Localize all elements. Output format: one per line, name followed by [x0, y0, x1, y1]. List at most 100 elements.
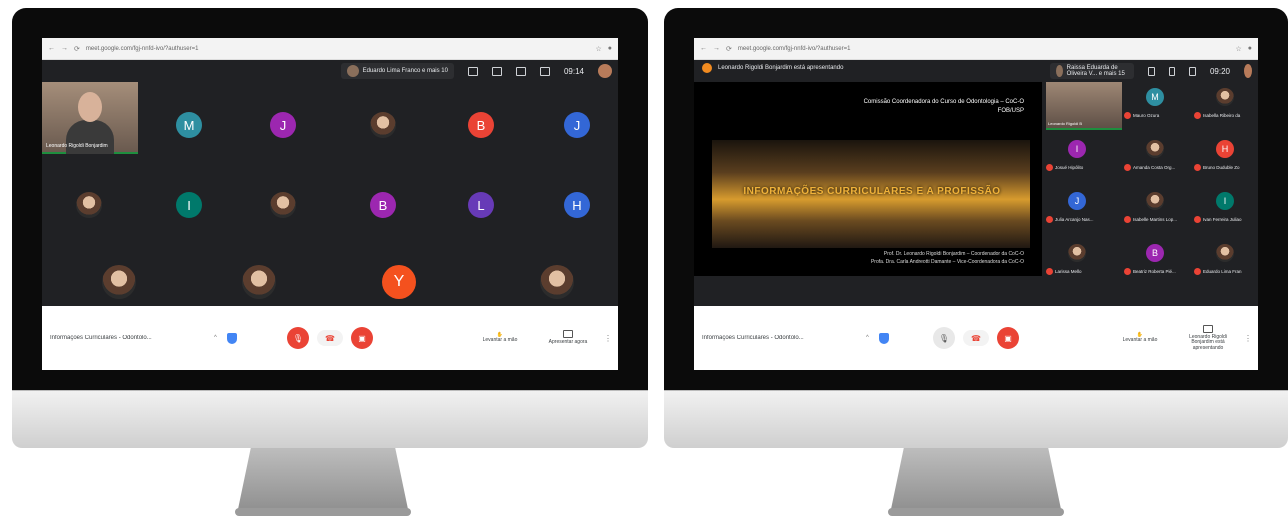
- side-participant-tile[interactable]: Isabella Ribeiro da: [1194, 82, 1254, 126]
- participant-tile[interactable]: [76, 192, 102, 218]
- address-bar[interactable]: meet.google.com/fgj-nnfd-ivo/?authuser=1: [86, 43, 590, 55]
- participant-tile[interactable]: B: [370, 192, 396, 218]
- back-icon[interactable]: ←: [48, 45, 55, 52]
- video-person-face: [78, 92, 102, 122]
- participant-name: Ivan Ferreira Juliao: [1194, 216, 1258, 223]
- participant-tile[interactable]: B: [468, 112, 494, 138]
- slide-credits: Prof. Dr. Leonardo Rigoldi Bonjardim – C…: [871, 251, 1024, 266]
- chevron-up-icon[interactable]: ^: [214, 335, 217, 341]
- participant-name: Mauro Ozura: [1124, 112, 1196, 119]
- mic-muted-icon: [1046, 216, 1053, 223]
- participant-tile[interactable]: [242, 265, 276, 299]
- forward-icon[interactable]: →: [61, 45, 68, 52]
- side-participant-tile[interactable]: I Ivan Ferreira Juliao: [1194, 186, 1254, 230]
- mic-off-button[interactable]: 🎙: [287, 327, 309, 349]
- self-avatar[interactable]: [1244, 64, 1252, 78]
- presenting-status-button[interactable]: Leonardo Rigoldi Bonjardim está apresent…: [1182, 324, 1234, 352]
- participant-tile[interactable]: [540, 265, 574, 299]
- participant-tile[interactable]: M: [176, 112, 202, 138]
- side-participant-tile[interactable]: B Beatriz Roberta Pié...: [1124, 238, 1184, 282]
- participants-pill[interactable]: Raissa Eduarda de Oliveira V... e mais 1…: [1049, 63, 1135, 79]
- monitor-stand-right: [890, 448, 1062, 514]
- forward-icon[interactable]: →: [713, 45, 720, 52]
- profile-icon[interactable]: ●: [1248, 45, 1252, 52]
- participant-name: Eduardo Lima Fran: [1194, 268, 1258, 275]
- mic-muted-icon: [1046, 164, 1053, 171]
- mic-button[interactable]: 🎙: [933, 327, 955, 349]
- participants-pill[interactable]: Eduardo Lima Franco e mais 10: [340, 63, 454, 79]
- side-participant-tile[interactable]: I Josué Hipólito: [1046, 134, 1106, 178]
- side-controls: ✋ Levantar a mão Apresentar agora: [474, 330, 594, 346]
- mic-muted-icon: [1194, 216, 1201, 223]
- participant-tile[interactable]: H: [564, 192, 590, 218]
- star-icon[interactable]: ☆: [1235, 45, 1241, 53]
- side-participant-tile[interactable]: J Julia Arcanjo Nas...: [1046, 186, 1106, 230]
- hangup-button[interactable]: ☎: [963, 330, 989, 346]
- meeting-name[interactable]: Informações Curriculares - Odontolo...: [50, 335, 210, 341]
- layout-icon[interactable]: [1148, 66, 1155, 76]
- participant-tile[interactable]: L: [468, 192, 494, 218]
- slide-title: INFORMAÇÕES CURRICULARES E A PROFISSÃO: [743, 186, 1001, 197]
- side-participant-grid: Leonardo Rigoldi B M Mauro Ozura Isabella …: [1044, 82, 1258, 306]
- chat-icon[interactable]: [1189, 66, 1196, 76]
- side-participant-tile[interactable]: Amanda Costa Org...: [1124, 134, 1184, 178]
- camera-off-button[interactable]: ▣: [997, 327, 1019, 349]
- layout-icon[interactable]: [467, 66, 478, 76]
- star-icon[interactable]: ☆: [595, 45, 601, 53]
- participant-avatar: [1068, 244, 1086, 262]
- people-icon[interactable]: [491, 66, 502, 76]
- side-participant-tile[interactable]: Isabelle Martins Lop...: [1124, 186, 1184, 230]
- participant-avatar: I: [1216, 192, 1234, 210]
- self-avatar[interactable]: [598, 64, 612, 78]
- participant-name-label: Isabelle Martins Lop...: [1133, 217, 1178, 222]
- side-participant-tile[interactable]: H Bruno Duduble Zo: [1194, 134, 1254, 178]
- self-video-label: Leonardo Rigoldi B: [1048, 121, 1083, 126]
- participant-tile[interactable]: Y: [382, 265, 416, 299]
- side-participant-tile[interactable]: Larissa Mello: [1046, 238, 1106, 282]
- participant-name-label: Bruno Duduble Zo: [1203, 165, 1240, 170]
- present-now-button[interactable]: Apresentar agora: [542, 330, 594, 346]
- raise-hand-label: Levantar a mão: [482, 337, 518, 343]
- mic-muted-icon: [1194, 112, 1201, 119]
- participant-tile[interactable]: [102, 265, 136, 299]
- reload-icon[interactable]: ⟳: [726, 45, 732, 53]
- monitor-left: ← → ⟳ meet.google.com/fgj-nnfd-ivo/?auth…: [12, 8, 648, 453]
- address-bar[interactable]: meet.google.com/fgj-nnfd-ivo/?authuser=1: [738, 43, 1230, 55]
- slide-credit-2: Profa. Dra. Carla Andreotti Damante – Vi…: [870, 258, 1024, 265]
- monitor-foot-left: [235, 508, 411, 516]
- monitor-stand-left: [237, 448, 409, 514]
- participant-tile[interactable]: J: [270, 112, 296, 138]
- camera-off-button[interactable]: ▣: [351, 327, 373, 349]
- meet-bottom-bar: Informações Curriculares - Odontolo... ^…: [694, 306, 1258, 370]
- shield-icon[interactable]: [878, 332, 889, 344]
- reload-icon[interactable]: ⟳: [74, 45, 80, 53]
- profile-icon[interactable]: ●: [608, 45, 612, 52]
- self-video-tile[interactable]: Leonardo Rigoldi Bonjardim: [42, 82, 138, 154]
- more-options-icon[interactable]: ⋮: [604, 334, 612, 343]
- more-options-icon[interactable]: ⋮: [1244, 334, 1252, 343]
- avatar: [1055, 65, 1063, 77]
- participant-tile[interactable]: [370, 112, 396, 138]
- meeting-name[interactable]: Informações Curriculares - Odontolo...: [702, 335, 862, 341]
- raise-hand-button[interactable]: ✋ Levantar a mão: [1114, 332, 1166, 344]
- hangup-button[interactable]: ☎: [317, 330, 343, 346]
- clock: 09:20: [1209, 66, 1231, 76]
- raise-hand-button[interactable]: ✋ Levantar a mão: [474, 332, 526, 344]
- side-participant-tile[interactable]: Eduardo Lima Fran: [1194, 238, 1254, 282]
- back-icon[interactable]: ←: [700, 45, 707, 52]
- participants-pill-label: Eduardo Lima Franco e mais 10: [362, 68, 448, 74]
- presenting-banner-text: Leonardo Rigoldi Bonjardim está apresent…: [718, 65, 844, 71]
- participants-pill-label: Raissa Eduarda de Oliveira V... e mais 1…: [1066, 65, 1125, 77]
- chat-icon[interactable]: [515, 66, 526, 76]
- self-video-tile[interactable]: Leonardo Rigoldi B: [1046, 82, 1122, 130]
- chevron-up-icon[interactable]: ^: [866, 335, 869, 341]
- participant-name-label: Mauro Ozura: [1133, 113, 1160, 118]
- shield-icon[interactable]: [226, 332, 237, 344]
- participant-tile[interactable]: I: [176, 192, 202, 218]
- participant-tile[interactable]: J: [564, 112, 590, 138]
- activities-icon[interactable]: [539, 66, 550, 76]
- side-participant-tile[interactable]: M Mauro Ozura: [1124, 82, 1184, 126]
- slide-org-line2: FOB/USP: [997, 108, 1024, 114]
- participant-tile[interactable]: [270, 192, 296, 218]
- people-icon[interactable]: [1168, 66, 1176, 76]
